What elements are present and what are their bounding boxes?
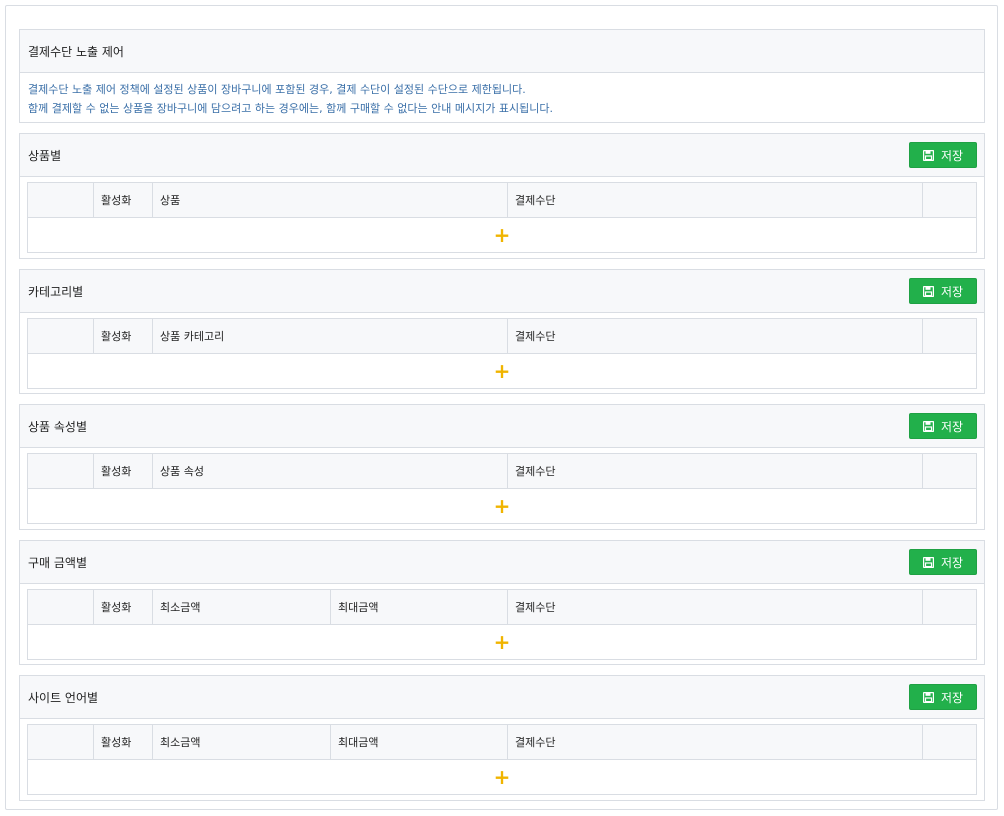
table-add-row: + [28,760,976,794]
column-header-actions [922,590,976,624]
column-header-enabled: 활성화 [93,725,152,759]
floppy-disk-icon [922,285,934,297]
save-button[interactable]: 저장 [909,142,977,168]
table-add-row: + [28,218,976,252]
notice-body: 결제수단 노출 제어 정책에 설정된 상품이 장바구니에 포함된 경우, 결제 … [20,73,984,118]
column-header-handle [28,183,93,217]
table-add-row: + [28,625,976,659]
column-header-product: 상품 [152,183,507,217]
column-header-enabled: 활성화 [93,454,152,488]
section-header: 구매 금액별 저장 [20,541,984,584]
rules-table: 활성화 상품 카테고리 결제수단 + [27,318,977,389]
column-header-max-amount: 최대금액 [330,725,507,759]
section-header: 상품별 저장 [20,134,984,177]
floppy-disk-icon [922,420,934,432]
save-label: 저장 [940,148,964,163]
column-header-min-amount: 최소금액 [152,725,330,759]
section-header: 상품 속성별 저장 [20,405,984,448]
settings-container: 결제수단 노출 제어 결제수단 노출 제어 정책에 설정된 상품이 장바구니에 … [5,5,998,810]
rules-table: 활성화 최소금액 최대금액 결제수단 + [27,724,977,795]
section-title: 카테고리별 [28,284,84,299]
table-header: 활성화 상품 속성 결제수단 [28,454,976,489]
section-by-site-language: 사이트 언어별 저장 활성화 최소금액 최대금액 결제수단 + [19,675,985,801]
section-header: 카테고리별 저장 [20,270,984,313]
column-header-actions [922,319,976,353]
save-label: 저장 [940,690,964,705]
column-header-max-amount: 최대금액 [330,590,507,624]
notice-title: 결제수단 노출 제어 [28,44,124,59]
floppy-disk-icon [922,556,934,568]
column-header-handle [28,590,93,624]
column-header-attribute: 상품 속성 [152,454,507,488]
column-header-handle [28,725,93,759]
section-title: 구매 금액별 [28,555,88,570]
column-header-handle [28,454,93,488]
save-button[interactable]: 저장 [909,413,977,439]
column-header-actions [922,454,976,488]
table-add-row: + [28,354,976,388]
plus-icon[interactable]: + [492,496,512,516]
section-title: 사이트 언어별 [28,690,99,705]
section-by-purchase-amount: 구매 금액별 저장 활성화 최소금액 최대금액 결제수단 + [19,540,985,665]
notice-panel: 결제수단 노출 제어 결제수단 노출 제어 정책에 설정된 상품이 장바구니에 … [19,29,985,123]
plus-icon[interactable]: + [492,225,512,245]
column-header-min-amount: 최소금액 [152,590,330,624]
save-button[interactable]: 저장 [909,278,977,304]
table-header: 활성화 최소금액 최대금액 결제수단 [28,590,976,625]
section-by-category: 카테고리별 저장 활성화 상품 카테고리 결제수단 + [19,269,985,394]
rules-table: 활성화 상품 속성 결제수단 + [27,453,977,524]
column-header-payment-method: 결제수단 [507,183,922,217]
save-label: 저장 [940,284,964,299]
column-header-payment-method: 결제수단 [507,319,922,353]
column-header-payment-method: 결제수단 [507,454,922,488]
column-header-payment-method: 결제수단 [507,725,922,759]
rules-table: 활성화 상품 결제수단 + [27,182,977,253]
column-header-payment-method: 결제수단 [507,590,922,624]
column-header-handle [28,319,93,353]
floppy-disk-icon [922,149,934,161]
table-header: 활성화 상품 카테고리 결제수단 [28,319,976,354]
notice-line: 함께 결제할 수 없는 상품을 장바구니에 담으려고 하는 경우에는, 함께 구… [28,102,553,115]
plus-icon[interactable]: + [492,767,512,787]
section-title: 상품별 [28,148,62,163]
plus-icon[interactable]: + [492,632,512,652]
section-header: 사이트 언어별 저장 [20,676,984,719]
column-header-enabled: 활성화 [93,319,152,353]
column-header-category: 상품 카테고리 [152,319,507,353]
save-button[interactable]: 저장 [909,684,977,710]
section-title: 상품 속성별 [28,419,88,434]
notice-line: 결제수단 노출 제어 정책에 설정된 상품이 장바구니에 포함된 경우, 결제 … [28,83,526,96]
table-add-row: + [28,489,976,523]
column-header-enabled: 활성화 [93,183,152,217]
save-label: 저장 [940,419,964,434]
save-button[interactable]: 저장 [909,549,977,575]
section-by-product: 상품별 저장 활성화 상품 결제수단 + [19,133,985,259]
column-header-actions [922,725,976,759]
section-by-attribute: 상품 속성별 저장 활성화 상품 속성 결제수단 + [19,404,985,530]
save-label: 저장 [940,555,964,570]
table-header: 활성화 최소금액 최대금액 결제수단 [28,725,976,760]
rules-table: 활성화 최소금액 최대금액 결제수단 + [27,589,977,660]
floppy-disk-icon [922,691,934,703]
plus-icon[interactable]: + [492,361,512,381]
table-header: 활성화 상품 결제수단 [28,183,976,218]
column-header-enabled: 활성화 [93,590,152,624]
notice-header: 결제수단 노출 제어 [20,30,984,73]
column-header-actions [922,183,976,217]
